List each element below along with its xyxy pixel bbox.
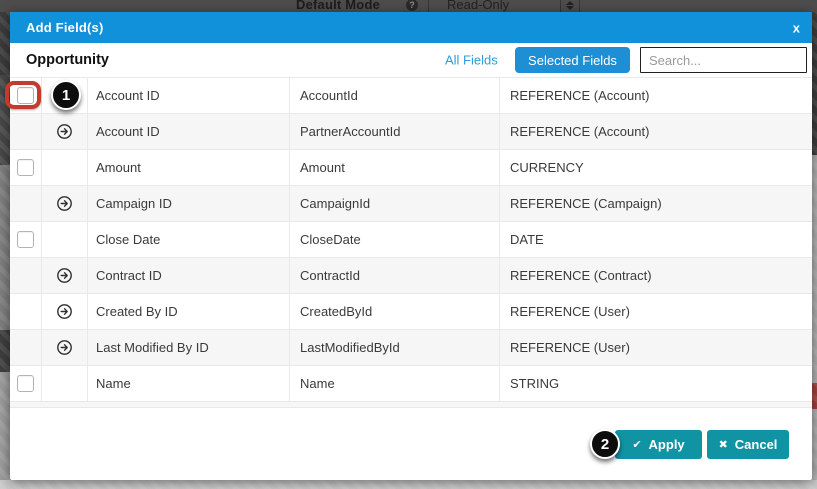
field-type-cell: DATE [500,222,812,257]
checkbox-cell [10,294,42,329]
field-type-cell: REFERENCE (User) [500,330,812,365]
reference-arrow-icon[interactable] [56,195,73,212]
screenshot-root: Default Mode ? Read-Only Add Field(s) x … [0,0,817,489]
field-type-cell: REFERENCE (User) [500,294,812,329]
reference-arrow-icon[interactable] [56,303,73,320]
divider [428,0,429,12]
field-api-cell: Amount [290,150,500,185]
table-row: Close DateCloseDateDATE [10,221,812,257]
table-row: Account IDPartnerAccountIdREFERENCE (Acc… [10,113,812,149]
reference-arrow-icon[interactable] [56,267,73,284]
field-label-cell: Contract ID [88,258,290,293]
backdrop-band [0,480,817,489]
object-name: Opportunity [26,52,109,68]
checkbox-highlight-annotation [5,81,41,109]
field-api-cell: CreatedById [290,294,500,329]
callout-step-2: 2 [590,429,620,459]
reference-arrow-icon[interactable] [56,123,73,140]
checkbox-cell [10,222,42,257]
field-type-cell: STRING [500,366,812,401]
field-label-cell: Campaign ID [88,186,290,221]
field-api-cell: CampaignId [290,186,500,221]
field-type-cell: REFERENCE (Contract) [500,258,812,293]
field-label-cell: Created By ID [88,294,290,329]
field-api-cell: LastModifiedById [290,330,500,365]
field-table: Account IDAccountIdREFERENCE (Account)Ac… [10,77,812,401]
backdrop-band [0,12,10,75]
reference-cell [42,258,88,293]
table-row: Campaign IDCampaignIdREFERENCE (Campaign… [10,185,812,221]
table-row: AmountAmountCURRENCY [10,149,812,185]
field-api-cell: ContractId [290,258,500,293]
cancel-button[interactable]: ✖ Cancel [707,430,789,459]
select-stepper-icon [560,0,580,12]
field-api-cell: AccountId [290,78,500,113]
x-icon: ✖ [719,438,728,451]
checkbox-cell [10,366,42,401]
checkbox-cell [10,150,42,185]
close-icon[interactable]: x [793,21,800,34]
row-checkbox[interactable] [17,375,34,392]
reference-cell [42,366,88,401]
table-row: Last Modified By IDLastModifiedByIdREFER… [10,329,812,365]
read-only-value: Read-Only [447,0,509,12]
table-partial-row [10,401,812,408]
backdrop-band [0,165,10,330]
field-label-cell: Account ID [88,78,290,113]
checkbox-cell [10,330,42,365]
field-label-cell: Close Date [88,222,290,257]
table-row: Contract IDContractIdREFERENCE (Contract… [10,257,812,293]
field-label-cell: Amount [88,150,290,185]
default-mode-label: Default Mode [296,0,380,12]
field-api-cell: PartnerAccountId [290,114,500,149]
tab-selected-fields[interactable]: Selected Fields [515,47,630,73]
reference-cell [42,186,88,221]
apply-button[interactable]: ✔ Apply [615,430,702,459]
field-label-cell: Name [88,366,290,401]
callout-step-1: 1 [51,80,81,110]
table-row: Created By IDCreatedByIdREFERENCE (User) [10,293,812,329]
reference-cell [42,330,88,365]
row-checkbox[interactable] [17,159,34,176]
checkbox-cell [10,186,42,221]
field-type-cell: REFERENCE (Campaign) [500,186,812,221]
reference-cell [42,222,88,257]
cancel-button-label: Cancel [735,437,778,452]
background-topbar: Default Mode ? Read-Only [0,0,817,12]
search-input[interactable] [640,47,807,73]
help-icon: ? [406,0,418,11]
field-label-cell: Last Modified By ID [88,330,290,365]
checkbox-cell [10,258,42,293]
checkbox-cell [10,114,42,149]
reference-cell [42,114,88,149]
apply-button-label: Apply [649,437,685,452]
modal-header: Add Field(s) x [10,12,812,43]
backdrop-band [0,330,10,372]
reference-cell [42,150,88,185]
field-api-cell: CloseDate [290,222,500,257]
field-type-cell: CURRENCY [500,150,812,185]
modal-title: Add Field(s) [26,20,104,35]
table-row: NameNameSTRING [10,365,812,401]
tab-all-fields[interactable]: All Fields [445,53,498,68]
add-fields-modal: Add Field(s) x Opportunity All Fields Se… [10,12,812,480]
field-type-cell: REFERENCE (Account) [500,78,812,113]
check-icon: ✔ [632,438,641,451]
backdrop-band [0,372,10,480]
reference-cell [42,294,88,329]
field-api-cell: Name [290,366,500,401]
table-row: Account IDAccountIdREFERENCE (Account) [10,77,812,113]
modal-toolbar: Opportunity All Fields Selected Fields [10,43,812,77]
field-type-cell: REFERENCE (Account) [500,114,812,149]
row-checkbox[interactable] [17,231,34,248]
field-label-cell: Account ID [88,114,290,149]
reference-arrow-icon[interactable] [56,339,73,356]
